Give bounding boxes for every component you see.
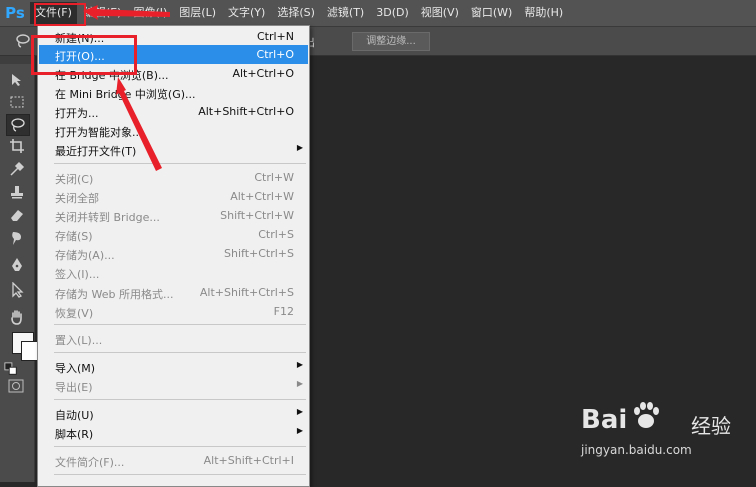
stamp-tool[interactable] bbox=[6, 182, 28, 202]
eraser-icon bbox=[11, 210, 23, 221]
lasso-icon[interactable] bbox=[14, 32, 32, 50]
lasso-icon bbox=[11, 118, 25, 132]
menu-separator bbox=[54, 474, 306, 475]
annotation-highlight-file-menu bbox=[34, 3, 86, 26]
menu-item-save-as[interactable]: 存储为(A)... Shift+Ctrl+S bbox=[39, 244, 308, 263]
menu-item-scripts[interactable]: 脚本(R) ▶ bbox=[39, 423, 308, 442]
marquee-tool[interactable] bbox=[6, 92, 28, 112]
stamp-icon bbox=[11, 186, 23, 199]
move-tool[interactable] bbox=[6, 70, 28, 90]
crop-tool[interactable] bbox=[6, 136, 28, 156]
menu-item-save-for-web[interactable]: 存储为 Web 所用格式... Alt+Shift+Ctrl+S bbox=[39, 283, 308, 302]
menu-bar: Ps 文件(F) 编辑(E) 图像(I) 图层(L) 文字(Y) 选择(S) 滤… bbox=[0, 0, 756, 27]
submenu-arrow-icon: ▶ bbox=[296, 407, 303, 416]
menu-image[interactable]: 图像(I) bbox=[128, 2, 172, 24]
menu-type[interactable]: 文字(Y) bbox=[223, 2, 270, 24]
path-selection-tool[interactable] bbox=[6, 280, 28, 300]
baidu-watermark: Bai 经验 jingyan.baidu.com bbox=[581, 395, 741, 465]
menu-window[interactable]: 窗口(W) bbox=[466, 2, 517, 24]
menu-item-export[interactable]: 导出(E) ▶ bbox=[39, 376, 308, 395]
menu-item-close[interactable]: 关闭(C) Ctrl+W bbox=[39, 168, 308, 187]
watermark-brand: Bai bbox=[581, 405, 628, 435]
menu-layer[interactable]: 图层(L) bbox=[174, 2, 221, 24]
menu-filter[interactable]: 滤镜(T) bbox=[322, 2, 369, 24]
move-icon bbox=[12, 74, 21, 86]
eyedropper-tool[interactable] bbox=[6, 159, 28, 179]
photoshop-logo: Ps bbox=[5, 4, 25, 22]
menu-separator bbox=[54, 352, 306, 353]
menu-view[interactable]: 视图(V) bbox=[416, 2, 464, 24]
hand-icon bbox=[11, 310, 22, 325]
menu-item-recent-files[interactable]: 最近打开文件(T) ▶ bbox=[39, 140, 308, 159]
tools-panel bbox=[0, 56, 41, 482]
smudge-tool[interactable] bbox=[6, 228, 28, 248]
baidu-paw-icon bbox=[634, 402, 659, 428]
eraser-tool[interactable] bbox=[6, 205, 28, 225]
submenu-arrow-icon: ▶ bbox=[296, 143, 303, 152]
menu-edit[interactable]: 编辑(E) bbox=[79, 2, 127, 24]
menu-item-browse-mini-bridge[interactable]: 在 Mini Bridge 中浏览(G)... bbox=[39, 83, 308, 102]
menu-3d[interactable]: 3D(D) bbox=[371, 2, 414, 24]
submenu-arrow-icon: ▶ bbox=[296, 379, 303, 388]
annotation-highlight-open-item bbox=[31, 35, 137, 75]
menu-item-place[interactable]: 置入(L)... bbox=[39, 329, 308, 348]
menu-item-revert[interactable]: 恢复(V) F12 bbox=[39, 302, 308, 321]
watermark-brand-cn: 经验 bbox=[691, 414, 731, 438]
menu-separator bbox=[54, 163, 306, 164]
quick-mask-icon bbox=[8, 379, 24, 393]
refine-edge-button[interactable]: 调整边缘... bbox=[352, 32, 430, 51]
lasso-tool[interactable] bbox=[6, 114, 30, 136]
watermark-url: jingyan.baidu.com bbox=[581, 443, 692, 457]
menu-item-open-smart-object[interactable]: 打开为智能对象... bbox=[39, 121, 308, 140]
menu-separator bbox=[54, 399, 306, 400]
menu-item-automate[interactable]: 自动(U) ▶ bbox=[39, 404, 308, 423]
crop-icon bbox=[10, 139, 24, 153]
arrow-cursor-icon bbox=[12, 282, 24, 298]
menu-item-open-as[interactable]: 打开为... Alt+Shift+Ctrl+O bbox=[39, 102, 308, 121]
pen-icon bbox=[12, 258, 22, 271]
marquee-icon bbox=[10, 96, 24, 108]
submenu-arrow-icon: ▶ bbox=[296, 426, 303, 435]
quick-mask-button[interactable] bbox=[8, 379, 24, 393]
smudge-icon bbox=[12, 232, 21, 245]
menu-item-file-info[interactable]: 文件简介(F)... Alt+Shift+Ctrl+I bbox=[39, 451, 308, 470]
menu-help[interactable]: 帮助(H) bbox=[519, 2, 568, 24]
tools-panel-header[interactable] bbox=[0, 56, 34, 64]
hand-tool[interactable] bbox=[6, 307, 28, 327]
eyedropper-icon bbox=[10, 161, 25, 176]
submenu-arrow-icon: ▶ bbox=[296, 360, 303, 369]
menu-select[interactable]: 选择(S) bbox=[272, 2, 320, 24]
menu-item-save[interactable]: 存储(S) Ctrl+S bbox=[39, 225, 308, 244]
menu-item-import[interactable]: 导入(M) ▶ bbox=[39, 357, 308, 376]
menu-item-check-in[interactable]: 签入(I)... bbox=[39, 263, 308, 282]
default-colors-icon bbox=[4, 362, 17, 375]
menu-separator bbox=[54, 324, 306, 325]
pen-tool[interactable] bbox=[6, 255, 28, 275]
menu-item-close-all[interactable]: 关闭全部 Alt+Ctrl+W bbox=[39, 187, 308, 206]
menu-separator bbox=[54, 446, 306, 447]
default-colors-toggle[interactable] bbox=[4, 362, 18, 375]
file-menu-dropdown: 新建(N)... Ctrl+N 打开(O)... Ctrl+O 在 Bridge 中… bbox=[37, 25, 310, 487]
menu-item-close-to-bridge[interactable]: 关闭并转到 Bridge... Shift+Ctrl+W bbox=[39, 206, 308, 225]
